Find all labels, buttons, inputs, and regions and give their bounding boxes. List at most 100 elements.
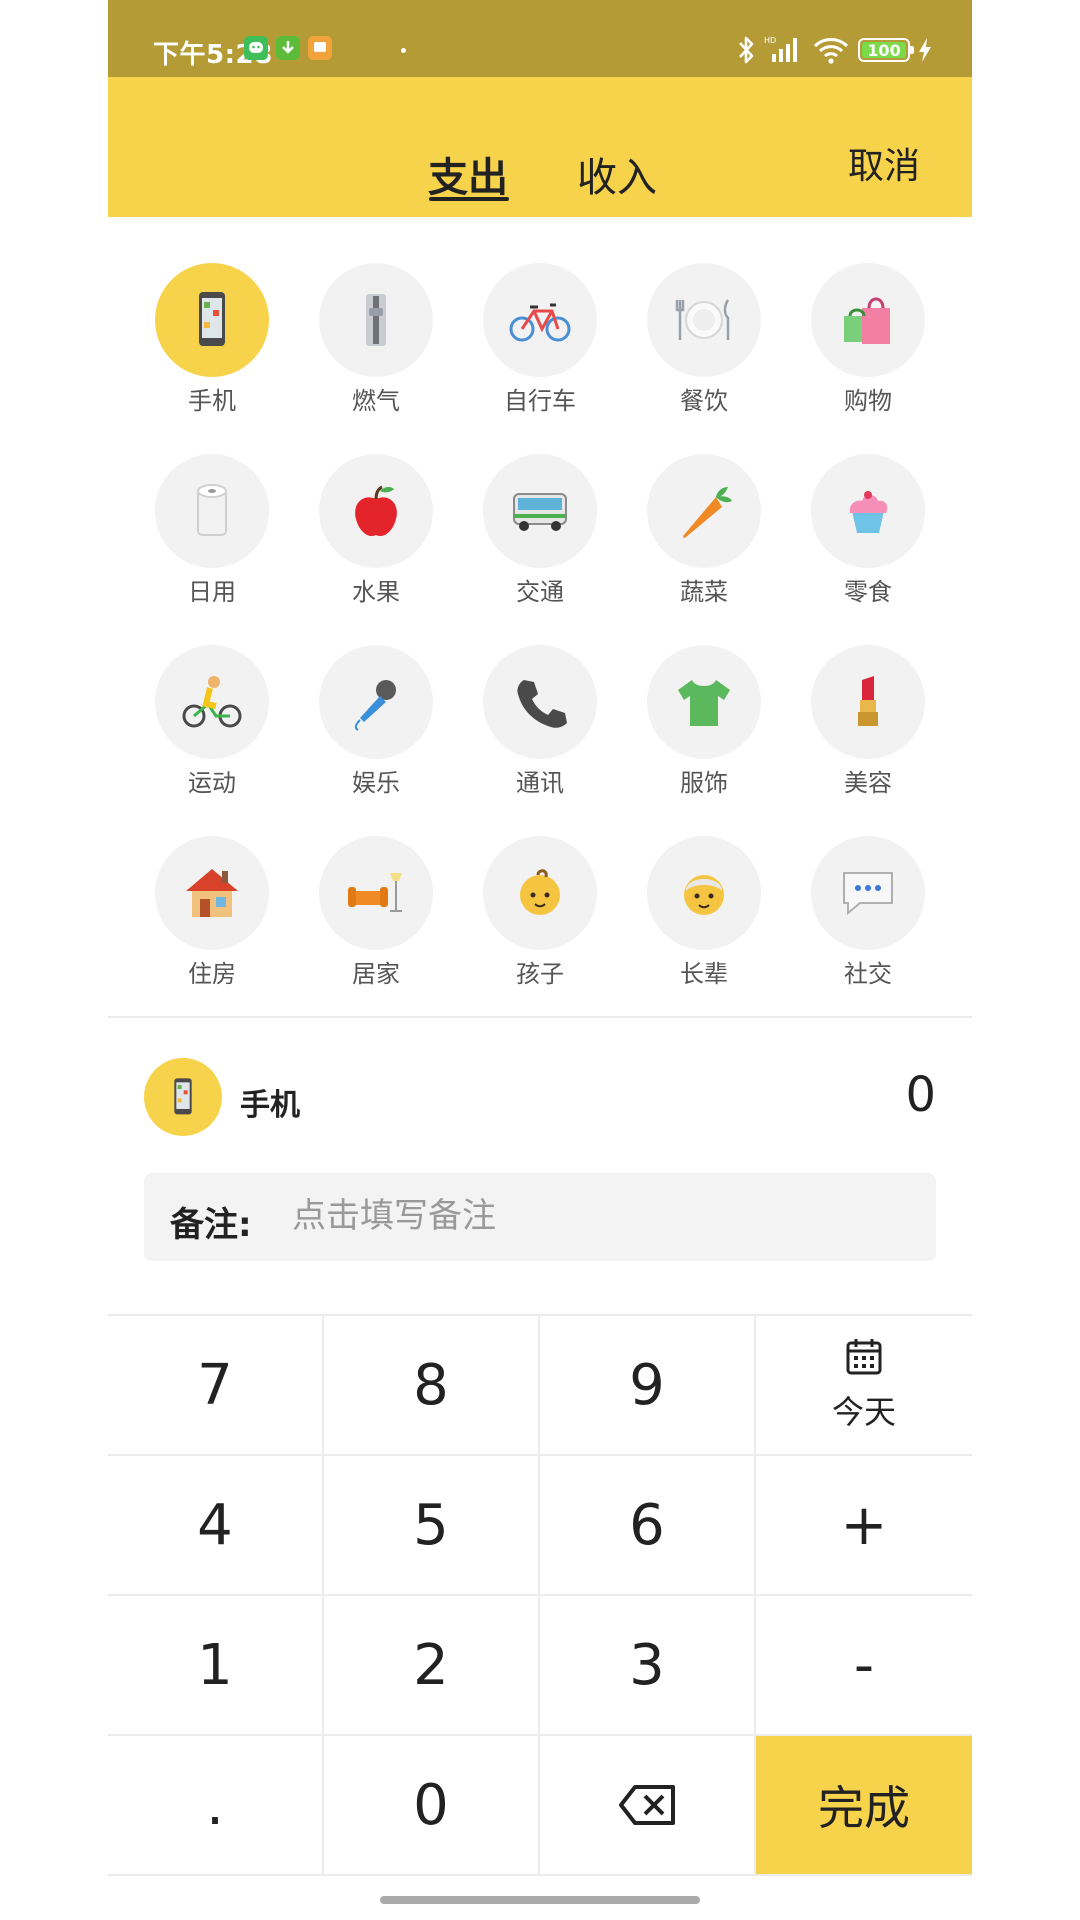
key-7[interactable]: 7 <box>108 1316 324 1456</box>
key-5[interactable]: 5 <box>324 1456 540 1596</box>
keypad: 7 8 9 今天 4 5 6 + 1 2 3 - . 0 完成 <box>108 1314 972 1876</box>
selected-category-name: 手机 <box>240 1088 300 1123</box>
cupcake-icon <box>811 454 925 568</box>
category-label: 长辈 <box>680 960 728 988</box>
done-button[interactable]: 完成 <box>756 1736 972 1876</box>
note-input[interactable] <box>292 1185 892 1247</box>
category-label: 美容 <box>844 769 892 797</box>
cellular-signal-icon: HD <box>764 36 797 62</box>
note-field[interactable]: 备注: <box>144 1173 936 1261</box>
cyclist-icon <box>155 645 269 759</box>
category-entertainment[interactable]: 娱乐 <box>296 645 436 805</box>
telephone-icon <box>483 645 597 759</box>
baby-icon <box>483 836 597 950</box>
sofa-icon <box>319 836 433 950</box>
category-shopping[interactable]: 购物 <box>788 263 928 423</box>
category-label: 手机 <box>188 387 236 415</box>
plate-icon <box>647 263 761 377</box>
key-0[interactable]: 0 <box>324 1736 540 1876</box>
bus-icon <box>483 454 597 568</box>
category-bicycle[interactable]: 自行车 <box>460 263 600 423</box>
more-notifications-dot <box>401 48 406 53</box>
toilet-paper-icon <box>155 454 269 568</box>
wifi-icon <box>813 38 849 64</box>
calendar-icon <box>846 1339 882 1375</box>
selected-category-icon <box>144 1058 222 1136</box>
backspace-button[interactable] <box>540 1736 756 1876</box>
category-daily-use[interactable]: 日用 <box>132 454 272 614</box>
status-icons: HD 100 <box>736 32 932 68</box>
home-indicator[interactable] <box>380 1896 700 1904</box>
date-picker-button[interactable]: 今天 <box>756 1316 972 1456</box>
carrot-icon <box>647 454 761 568</box>
category-vegetables[interactable]: 蔬菜 <box>624 454 764 614</box>
category-label: 运动 <box>188 769 236 797</box>
gas-meter-icon <box>319 263 433 377</box>
category-communication[interactable]: 通讯 <box>460 645 600 805</box>
key-1[interactable]: 1 <box>108 1596 324 1736</box>
category-label: 购物 <box>844 387 892 415</box>
key-minus[interactable]: - <box>756 1596 972 1736</box>
category-children[interactable]: 孩子 <box>460 836 600 996</box>
category-transport[interactable]: 交通 <box>460 454 600 614</box>
category-label: 零食 <box>844 578 892 606</box>
key-decimal[interactable]: . <box>108 1736 324 1876</box>
phone-icon <box>155 263 269 377</box>
wechat-notification-icon <box>244 36 268 60</box>
category-label: 娱乐 <box>352 769 400 797</box>
apple-icon <box>319 454 433 568</box>
note-label: 备注: <box>170 1205 252 1245</box>
svg-text:HD: HD <box>764 36 776 45</box>
phone-screen: 下午5:28 HD 100 支出 收入 取消 手机 燃气 自行车 餐饮 购物 日… <box>108 0 972 1920</box>
category-label: 水果 <box>352 578 400 606</box>
header: 支出 收入 取消 <box>108 77 972 217</box>
download-notification-icon <box>276 36 300 60</box>
category-elders[interactable]: 长辈 <box>624 836 764 996</box>
tab-expense[interactable]: 支出 <box>428 145 508 203</box>
category-housing[interactable]: 住房 <box>132 836 272 996</box>
amount-display: 0 <box>905 1067 936 1123</box>
category-fruit[interactable]: 水果 <box>296 454 436 614</box>
active-tab-indicator <box>429 197 509 201</box>
category-phone[interactable]: 手机 <box>132 263 272 423</box>
key-2[interactable]: 2 <box>324 1596 540 1736</box>
category-clothing[interactable]: 服饰 <box>624 645 764 805</box>
status-bar: 下午5:28 HD 100 <box>108 0 972 77</box>
elder-icon <box>647 836 761 950</box>
category-home[interactable]: 居家 <box>296 836 436 996</box>
battery-icon: 100 <box>858 38 914 62</box>
category-label: 餐饮 <box>680 387 728 415</box>
key-plus[interactable]: + <box>756 1456 972 1596</box>
shopping-bag-icon <box>811 263 925 377</box>
bluetooth-icon <box>739 36 754 64</box>
category-label: 社交 <box>844 960 892 988</box>
divider <box>108 1016 972 1018</box>
lipstick-icon <box>811 645 925 759</box>
category-snacks[interactable]: 零食 <box>788 454 928 614</box>
key-3[interactable]: 3 <box>540 1596 756 1736</box>
charging-icon <box>919 38 931 62</box>
category-gas[interactable]: 燃气 <box>296 263 436 423</box>
message-notification-icon <box>308 36 332 60</box>
key-6[interactable]: 6 <box>540 1456 756 1596</box>
category-label: 交通 <box>516 578 564 606</box>
category-label: 通讯 <box>516 769 564 797</box>
battery-level: 100 <box>867 40 901 60</box>
category-label: 住房 <box>188 960 236 988</box>
key-9[interactable]: 9 <box>540 1316 756 1456</box>
category-label: 燃气 <box>352 387 400 415</box>
key-4[interactable]: 4 <box>108 1456 324 1596</box>
category-label: 孩子 <box>516 960 564 988</box>
date-label: 今天 <box>831 1393 896 1431</box>
category-sports[interactable]: 运动 <box>132 645 272 805</box>
category-dining[interactable]: 餐饮 <box>624 263 764 423</box>
microphone-icon <box>319 645 433 759</box>
speech-bubble-icon <box>811 836 925 950</box>
backspace-icon <box>619 1785 675 1825</box>
category-beauty[interactable]: 美容 <box>788 645 928 805</box>
category-social[interactable]: 社交 <box>788 836 928 996</box>
cancel-button[interactable]: 取消 <box>848 137 920 189</box>
tab-income[interactable]: 收入 <box>577 145 657 203</box>
category-label: 日用 <box>188 578 236 606</box>
key-8[interactable]: 8 <box>324 1316 540 1456</box>
